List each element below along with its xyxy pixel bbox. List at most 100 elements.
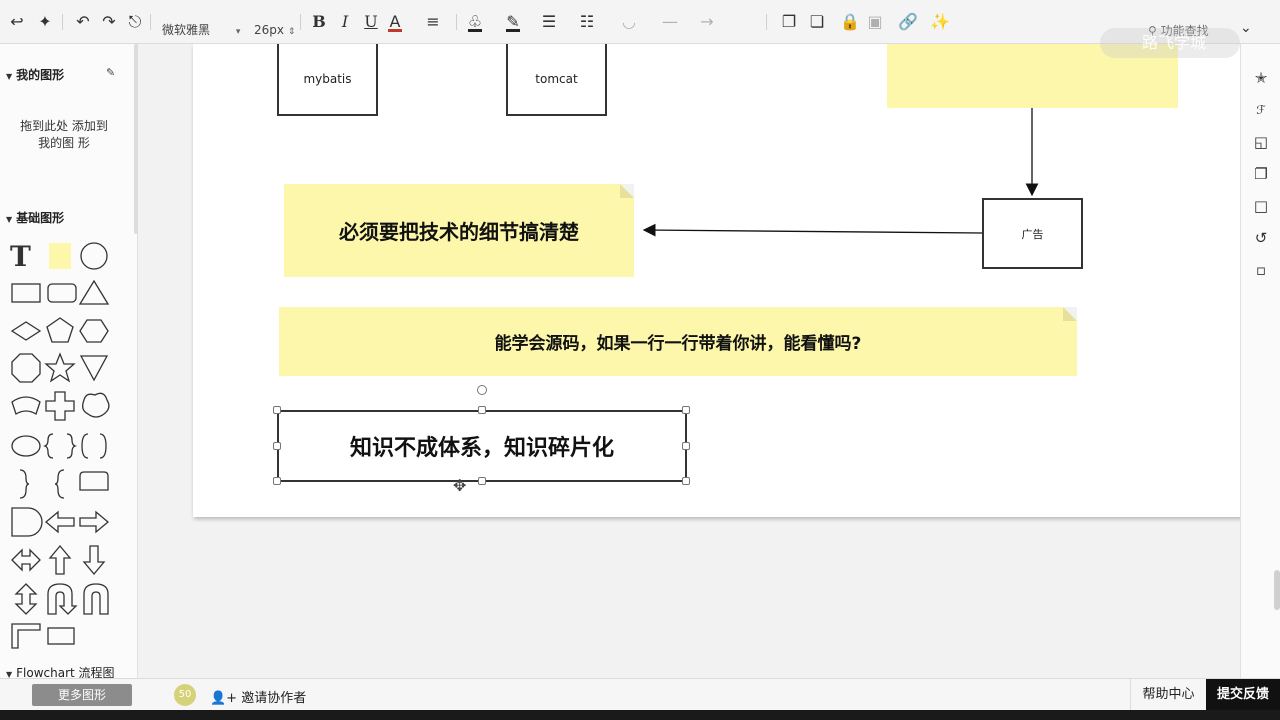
- mybatis-box[interactable]: mybatis: [277, 44, 378, 116]
- connector-ad-to-note[interactable]: [642, 223, 983, 237]
- shape-triangle[interactable]: [78, 279, 110, 305]
- shape-note[interactable]: [49, 243, 71, 269]
- resize-handle[interactable]: [478, 406, 486, 414]
- more-shapes-button[interactable]: 更多图形: [32, 684, 132, 706]
- send-back-icon[interactable]: ❏: [808, 12, 826, 32]
- resize-handle[interactable]: [478, 477, 486, 485]
- lock-icon[interactable]: 🔒: [840, 12, 860, 32]
- shape-tab[interactable]: [79, 471, 109, 491]
- resize-handle[interactable]: [682, 406, 690, 414]
- line-style-icon[interactable]: ☷: [578, 12, 596, 32]
- shape-arch[interactable]: [83, 583, 109, 615]
- note-details-text: 必须要把技术的细节搞清楚: [339, 220, 579, 244]
- shape-arrow-left-right[interactable]: [11, 548, 41, 572]
- resize-handle[interactable]: [682, 442, 690, 450]
- pointer-icon[interactable]: ✦: [36, 12, 54, 32]
- magic-wand-icon[interactable]: ✨: [930, 12, 950, 32]
- shape-circle[interactable]: [80, 242, 108, 270]
- shape-cloud[interactable]: [82, 392, 110, 418]
- basic-shapes-title: 基础图形: [16, 211, 65, 225]
- shape-banner[interactable]: [11, 396, 41, 415]
- shape-corner[interactable]: [11, 623, 41, 649]
- shape-arrow-down[interactable]: [82, 545, 106, 576]
- note-fold: [1063, 307, 1077, 321]
- feedback-button[interactable]: 提交反馈: [1206, 679, 1280, 711]
- shape-left-brace[interactable]: [54, 469, 65, 499]
- avatar[interactable]: 50: [174, 684, 196, 706]
- italic-button[interactable]: I: [336, 12, 354, 32]
- resize-handle[interactable]: [273, 406, 281, 414]
- back-icon[interactable]: ↩: [8, 12, 26, 32]
- shape-parentheses[interactable]: [81, 433, 107, 459]
- format-painter-icon[interactable]: ⎋: [126, 12, 144, 32]
- shape-arrow-up[interactable]: [48, 544, 72, 575]
- resize-handle[interactable]: [682, 477, 690, 485]
- note-details[interactable]: 必须要把技术的细节搞清楚: [284, 184, 634, 277]
- group-icon[interactable]: ▣: [866, 12, 884, 32]
- connector-line-icon[interactable]: —: [658, 12, 682, 32]
- sidebar-scrollbar[interactable]: [134, 44, 138, 234]
- font-size-value: 26px: [254, 23, 284, 37]
- link-icon[interactable]: 🔗: [898, 12, 918, 32]
- shape-inverted-triangle[interactable]: [79, 355, 109, 382]
- align-icon[interactable]: ≡: [424, 12, 442, 32]
- history-icon[interactable]: ↺: [1251, 228, 1271, 248]
- line-width-icon[interactable]: ☰: [540, 12, 558, 32]
- pages-icon[interactable]: ❐: [1251, 164, 1271, 184]
- shape-arrow-right[interactable]: [79, 510, 110, 534]
- bold-button[interactable]: B: [310, 12, 328, 32]
- arrow-style-icon[interactable]: →: [696, 12, 718, 32]
- shape-hexagon[interactable]: [79, 319, 109, 343]
- my-shapes-header[interactable]: ▼ 我的图形: [6, 66, 64, 83]
- shape-u-turn-arrow[interactable]: [47, 583, 78, 615]
- shape-arrow-left[interactable]: [44, 510, 75, 534]
- data-icon[interactable]: ◱: [1251, 132, 1271, 152]
- navigator-icon[interactable]: ✭: [1251, 68, 1271, 88]
- undo-icon[interactable]: ↶: [74, 12, 92, 32]
- redo-icon[interactable]: ↷: [100, 12, 118, 32]
- shape-rectangle[interactable]: [11, 283, 41, 303]
- shape-ellipse[interactable]: [11, 435, 41, 457]
- window-edge: [0, 710, 1280, 720]
- style-panel-icon[interactable]: ℱ: [1251, 100, 1271, 120]
- tomcat-box[interactable]: tomcat: [506, 44, 607, 116]
- fill-bucket-icon[interactable]: ♧: [466, 12, 484, 32]
- note-source-code[interactable]: 能学会源码，如果一行一行带着你讲，能看懂吗?: [279, 307, 1077, 376]
- fill-swatch: [468, 29, 482, 32]
- selected-text-box[interactable]: 知识不成体系，知识碎片化: [277, 410, 687, 482]
- rotate-handle[interactable]: [477, 385, 487, 395]
- underline-button[interactable]: U: [362, 12, 380, 32]
- shape-text[interactable]: T: [10, 240, 31, 273]
- shape-arrow-up-down[interactable]: [14, 583, 38, 615]
- canvas[interactable]: mybatis tomcat 广告 必须要把技术的细节搞清楚 能学会源码，如果一…: [139, 44, 1240, 678]
- font-size-select[interactable]: 26px ⇕: [254, 23, 295, 39]
- shape-cross[interactable]: [45, 391, 75, 421]
- shape-diamond[interactable]: [10, 321, 42, 341]
- shape-rounded-rectangle[interactable]: [47, 283, 77, 303]
- shape-pentagon[interactable]: [46, 317, 74, 343]
- shape-right-brace[interactable]: [19, 469, 30, 499]
- shape-star[interactable]: [44, 352, 76, 383]
- bring-front-icon[interactable]: ❐: [780, 12, 798, 32]
- help-center-button[interactable]: 帮助中心: [1130, 679, 1206, 711]
- connector-curve-icon[interactable]: ◡: [620, 12, 638, 32]
- resize-handle[interactable]: [273, 442, 281, 450]
- add-user-icon: 👤+: [210, 691, 238, 706]
- shape-rectangle-small[interactable]: [47, 627, 75, 645]
- line-color-icon[interactable]: ✎: [504, 12, 522, 32]
- comment-icon[interactable]: ▫: [1251, 260, 1271, 280]
- ad-box[interactable]: 广告: [982, 198, 1083, 269]
- edit-icon[interactable]: ✎: [106, 66, 115, 79]
- my-shapes-title: 我的图形: [16, 68, 65, 82]
- shape-octagon[interactable]: [11, 353, 41, 383]
- page-settings-icon[interactable]: □: [1251, 196, 1271, 216]
- font-family-select[interactable]: 微软雅黑 ▾: [162, 23, 240, 39]
- shape-delay[interactable]: [11, 507, 43, 537]
- font-color-button[interactable]: A: [386, 12, 404, 32]
- canvas-scrollbar[interactable]: [1274, 570, 1280, 610]
- resize-handle[interactable]: [273, 477, 281, 485]
- collapse-icon[interactable]: ⌄: [1240, 20, 1252, 36]
- shape-braces[interactable]: [42, 433, 78, 459]
- basic-shapes-header[interactable]: ▼ 基础图形: [6, 209, 64, 226]
- invite-collaborator-button[interactable]: 👤+ 邀请协作者: [210, 687, 306, 706]
